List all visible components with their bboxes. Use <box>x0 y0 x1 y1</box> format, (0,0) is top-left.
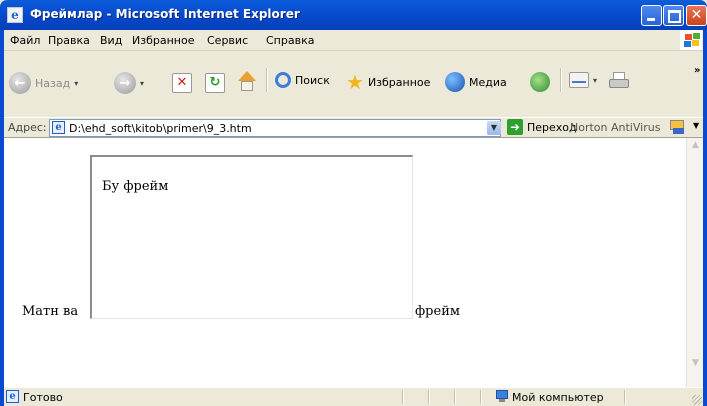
printer-icon <box>609 72 629 90</box>
page-viewport: Матн ва Бу фрейм фрейм ▲ ▼ <box>4 137 703 387</box>
minimize-button[interactable] <box>641 5 662 26</box>
favorites-label: Избранное <box>367 75 431 89</box>
window-border-right <box>703 30 707 406</box>
window-title: Фреймлар - Microsoft Internet Explorer <box>30 7 300 21</box>
norton-dropdown-icon[interactable]: ▼ <box>693 121 699 130</box>
address-url[interactable]: D:\ehd_soft\kitob\primer\9_3.htm <box>69 122 252 135</box>
menu-bar: Файл Правка Вид Избранное Сервис Справка <box>4 30 703 51</box>
standard-toolbar: ← Назад ▾ → ▾ ✕ ↻ Поиск ★ Избранное Меди… <box>4 51 703 116</box>
title-bar[interactable]: e Фреймлар - Microsoft Internet Explorer… <box>0 0 707 30</box>
ie-logo-icon: e <box>7 7 23 23</box>
back-dropdown-icon[interactable]: ▾ <box>74 79 78 88</box>
forward-button[interactable]: → ▾ <box>114 72 144 94</box>
vertical-scrollbar[interactable]: ▲ ▼ <box>686 138 703 387</box>
menu-help[interactable]: Справка <box>266 34 314 47</box>
menu-favorites[interactable]: Избранное <box>132 34 194 47</box>
back-arrow-icon: ← <box>9 72 31 94</box>
search-icon <box>275 72 291 88</box>
back-label: Назад <box>35 76 71 90</box>
close-button[interactable]: ✕ <box>686 5 707 26</box>
media-icon <box>445 72 465 92</box>
status-separator <box>480 390 482 404</box>
star-icon: ★ <box>346 70 364 94</box>
forward-arrow-icon: → <box>114 72 136 94</box>
toolbar-separator <box>560 68 562 92</box>
inline-frame[interactable]: Бу фрейм <box>90 155 413 319</box>
status-text: Готово <box>23 391 63 404</box>
menu-tools[interactable]: Сервис <box>207 34 248 47</box>
print-button[interactable] <box>609 72 629 90</box>
status-separator <box>428 390 430 404</box>
window-border-left <box>0 30 4 406</box>
browser-window: e Фреймлар - Microsoft Internet Explorer… <box>0 0 707 406</box>
stop-icon: ✕ <box>172 73 192 93</box>
address-label: Адрес: <box>8 121 47 134</box>
address-bar: Адрес: e D:\ehd_soft\kitob\primer\9_3.ht… <box>4 117 703 137</box>
scroll-down-icon[interactable]: ▼ <box>688 356 703 371</box>
page-status-icon: e <box>6 390 19 403</box>
status-separator <box>624 390 626 404</box>
norton-antivirus-icon[interactable] <box>670 120 684 134</box>
back-button[interactable]: ← Назад ▾ <box>9 72 78 94</box>
norton-antivirus-label[interactable]: Norton AntiVirus <box>570 121 660 134</box>
media-button[interactable]: Медиа <box>445 72 507 92</box>
go-button[interactable]: ➜ Переход <box>507 119 577 135</box>
security-zone-label: Мой компьютер <box>512 391 604 404</box>
go-arrow-icon: ➜ <box>507 119 523 135</box>
page-icon: e <box>52 121 65 134</box>
stop-button[interactable]: ✕ <box>172 73 192 93</box>
my-computer-icon <box>496 390 508 403</box>
close-icon: ✕ <box>690 7 703 23</box>
favorites-button[interactable]: ★ Избранное <box>346 72 430 92</box>
text-after-iframe: фрейм <box>415 304 460 319</box>
iframe-content-text: Бу фрейм <box>102 179 169 194</box>
refresh-button[interactable]: ↻ <box>205 73 225 93</box>
history-button[interactable] <box>530 72 550 92</box>
maximize-button[interactable] <box>663 5 684 26</box>
text-before-iframe: Матн ва <box>22 304 79 319</box>
menu-view[interactable]: Вид <box>100 34 122 47</box>
status-separator <box>454 390 456 404</box>
search-button[interactable]: Поиск <box>275 72 330 88</box>
windows-logo-icon <box>680 30 702 50</box>
resize-grip-icon[interactable] <box>692 395 702 405</box>
search-label: Поиск <box>295 73 330 87</box>
mail-dropdown-icon[interactable]: ▾ <box>593 76 597 85</box>
mail-button[interactable]: ▾ <box>569 72 597 88</box>
home-button[interactable] <box>236 71 258 93</box>
forward-dropdown-icon[interactable]: ▾ <box>140 79 144 88</box>
history-icon <box>530 72 550 92</box>
toolbar-separator <box>266 68 268 92</box>
address-input[interactable]: e D:\ehd_soft\kitob\primer\9_3.htm ▼ <box>49 119 501 137</box>
status-bar: e Готово Мой компьютер <box>4 387 703 406</box>
home-icon <box>236 71 258 93</box>
menu-edit[interactable]: Правка <box>48 34 90 47</box>
mail-icon <box>569 72 589 88</box>
address-dropdown-icon[interactable]: ▼ <box>487 121 501 135</box>
refresh-icon: ↻ <box>205 73 225 93</box>
toolbar-overflow-icon[interactable]: » <box>694 65 700 76</box>
scroll-up-icon[interactable]: ▲ <box>688 138 703 153</box>
media-label: Медиа <box>469 75 507 89</box>
menu-file[interactable]: Файл <box>10 34 40 47</box>
status-separator <box>402 390 404 404</box>
